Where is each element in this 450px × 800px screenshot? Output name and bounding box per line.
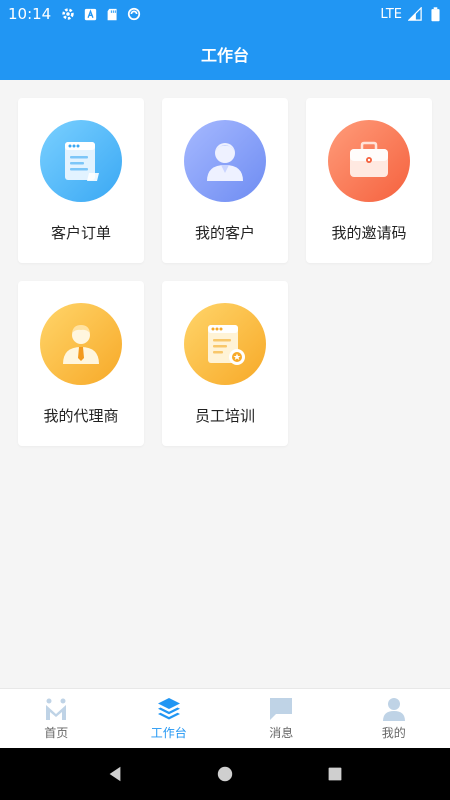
a-icon	[83, 7, 97, 21]
sync-icon	[127, 7, 141, 21]
nav-label: 工作台	[150, 726, 187, 740]
tile-my-agents[interactable]: 我的代理商	[18, 281, 144, 446]
training-certificate-icon	[184, 303, 266, 385]
tile-label: 员工培训	[194, 407, 255, 425]
app-bar: 工作台	[0, 28, 450, 80]
page-title: 工作台	[200, 46, 249, 65]
message-icon	[270, 698, 293, 720]
signal-icon	[408, 7, 422, 21]
nav-label: 消息	[269, 726, 294, 740]
home-icon[interactable]	[215, 764, 235, 784]
status-icons-right: LTE	[380, 7, 442, 22]
briefcase-icon	[328, 120, 410, 202]
settings-icon	[61, 7, 75, 21]
network-label: LTE	[380, 6, 402, 22]
status-time: 10:14	[8, 5, 52, 23]
nav-item-workbench[interactable]: 工作台	[113, 689, 226, 748]
agent-person-icon	[40, 303, 122, 385]
system-nav-bar	[0, 748, 450, 800]
customer-person-icon	[184, 120, 266, 202]
nav-label: 我的	[381, 726, 406, 740]
nav-label: 首页	[44, 726, 69, 740]
tile-label: 客户订单	[50, 224, 111, 242]
tile-my-invite-code[interactable]: 我的邀请码	[306, 98, 432, 263]
tile-label: 我的客户	[194, 224, 255, 242]
layers-icon	[157, 698, 180, 720]
profile-icon	[382, 698, 405, 721]
tile-label: 我的代理商	[43, 407, 119, 425]
order-document-icon	[40, 120, 122, 202]
nav-item-home[interactable]: 首页	[0, 689, 113, 748]
status-icons-left	[61, 7, 141, 21]
nav-item-profile[interactable]: 我的	[338, 689, 450, 748]
tile-staff-training[interactable]: 员工培训	[162, 281, 288, 446]
bottom-nav: 首页 工作台 消息 我的	[0, 688, 450, 748]
tile-label: 我的邀请码	[331, 224, 407, 242]
status-bar: 10:14 LTE	[0, 0, 450, 28]
tile-customer-orders[interactable]: 客户订单	[18, 98, 144, 263]
nav-item-messages[interactable]: 消息	[225, 689, 338, 748]
home-m-icon	[46, 698, 67, 720]
back-icon[interactable]	[105, 764, 125, 784]
workbench-grid: 客户订单 我的客户 我的邀请码 我的代理商 员工培训	[18, 98, 434, 446]
tile-my-customers[interactable]: 我的客户	[162, 98, 288, 263]
sd-card-icon	[105, 7, 119, 21]
battery-icon	[428, 6, 442, 21]
recents-icon[interactable]	[325, 764, 345, 784]
